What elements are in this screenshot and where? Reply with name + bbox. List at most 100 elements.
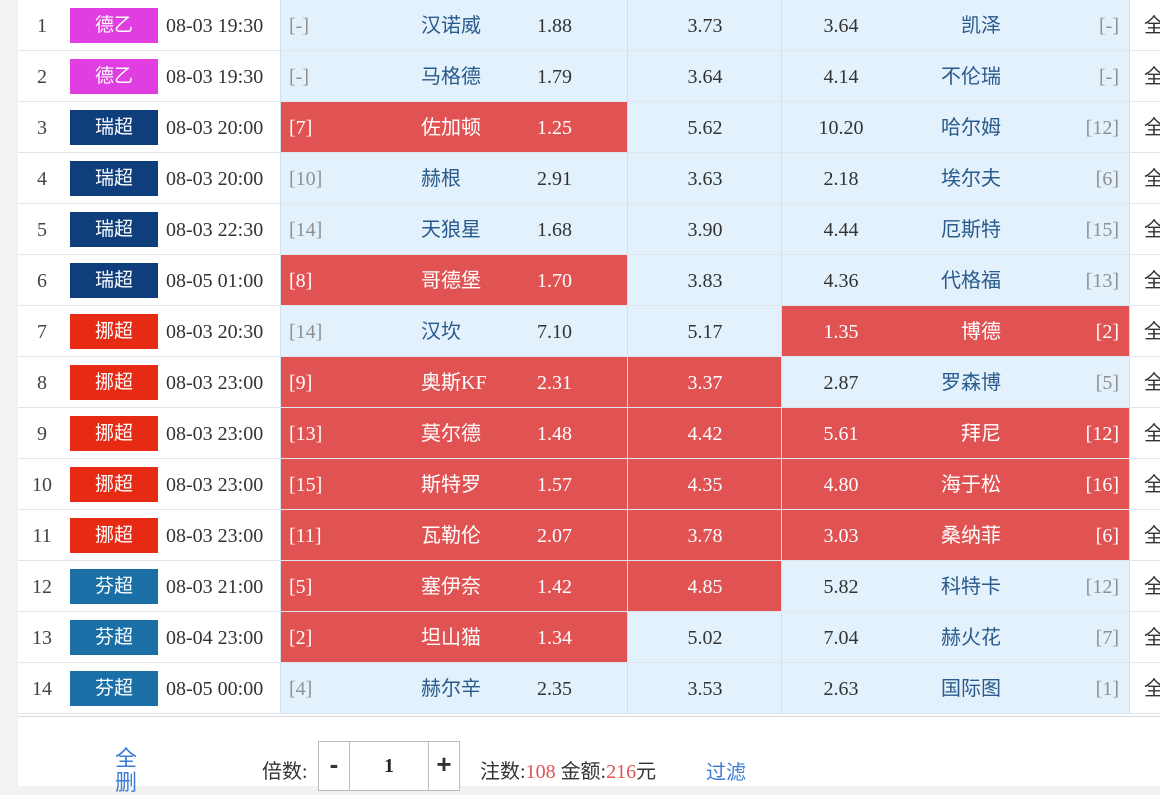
match-row: 6 瑞超 08-05 01:00 [8] 哥德堡 1.70 3.83 4.36 … [18,255,1160,306]
select-all-button[interactable]: 全 [1142,663,1160,713]
league-cell: 芬超 [70,612,158,662]
away-win-option[interactable]: 10.20 哈尔姆 [12] [782,102,1130,152]
match-time: 08-03 20:00 [166,168,264,190]
home-win-option[interactable]: [9] 奥斯KF 2.31 [280,357,628,407]
home-win-option[interactable]: [2] 坦山猫 1.34 [280,612,628,662]
select-all-button[interactable]: 全 [1142,51,1160,101]
home-win-option[interactable]: [10] 赫根 2.91 [280,153,628,203]
away-win-option[interactable]: 2.63 国际图 [1] [782,663,1130,713]
select-all-button[interactable]: 全 [1142,0,1160,50]
match-row: 8 挪超 08-03 23:00 [9] 奥斯KF 2.31 3.37 2.87… [18,357,1160,408]
home-win-option[interactable]: [14] 汉坎 7.10 [280,306,628,356]
select-all-button[interactable]: 全 [1142,408,1160,458]
home-win-option[interactable]: [14] 天狼星 1.68 [280,204,628,254]
draw-option[interactable]: 4.35 [628,459,782,509]
league-badge[interactable]: 瑞超 [70,212,158,247]
draw-option[interactable]: 3.64 [628,51,782,101]
league-badge[interactable]: 瑞超 [70,263,158,298]
home-team: 哥德堡 [421,270,481,292]
match-number: 4 [37,168,47,190]
lose-odds: 1.35 [823,321,859,343]
select-all-button[interactable]: 全 [1142,153,1160,203]
away-win-option[interactable]: 5.61 拜尼 [12] [782,408,1130,458]
league-cell: 瑞超 [70,204,158,254]
draw-option[interactable]: 3.63 [628,153,782,203]
away-rank: [7] [1095,627,1119,649]
league-badge[interactable]: 芬超 [70,620,158,655]
match-time: 08-03 23:00 [166,372,264,394]
home-win-option[interactable]: [13] 莫尔德 1.48 [280,408,628,458]
home-win-option[interactable]: [4] 赫尔辛 2.35 [280,663,628,713]
away-win-option[interactable]: 3.03 桑纳菲 [6] [782,510,1130,560]
home-win-option[interactable]: [11] 瓦勒伦 2.07 [280,510,628,560]
home-win-option[interactable]: [-] 汉诺威 1.88 [280,0,628,50]
select-all-button[interactable]: 全 [1142,510,1160,560]
league-badge[interactable]: 瑞超 [70,161,158,196]
home-win-option[interactable]: [8] 哥德堡 1.70 [280,255,628,305]
home-win-option[interactable]: [-] 马格德 1.79 [280,51,628,101]
league-badge[interactable]: 挪超 [70,314,158,349]
away-win-option[interactable]: 4.80 海于松 [16] [782,459,1130,509]
league-badge[interactable]: 挪超 [70,416,158,451]
home-win-option[interactable]: [15] 斯特罗 1.57 [280,459,628,509]
select-all-button[interactable]: 全 [1142,357,1160,407]
select-all-button[interactable]: 全 [1142,459,1160,509]
away-win-option[interactable]: 4.14 不伦瑞 [-] [782,51,1130,101]
league-badge[interactable]: 德乙 [70,59,158,94]
draw-odds: 5.02 [687,627,723,649]
away-win-option[interactable]: 3.64 凯泽 [-] [782,0,1130,50]
select-all-button[interactable]: 全 [1142,204,1160,254]
away-win-option[interactable]: 4.36 代格福 [13] [782,255,1130,305]
league-cell: 瑞超 [70,255,158,305]
home-win-option[interactable]: [5] 塞伊奈 1.42 [280,561,628,611]
away-win-option[interactable]: 7.04 赫火花 [7] [782,612,1130,662]
select-all-button[interactable]: 全 [1142,102,1160,152]
draw-odds: 5.62 [687,117,723,139]
draw-option[interactable]: 4.42 [628,408,782,458]
select-all-button[interactable]: 全 [1142,255,1160,305]
league-badge[interactable]: 德乙 [70,8,158,43]
draw-option[interactable]: 5.17 [628,306,782,356]
draw-option[interactable]: 5.62 [628,102,782,152]
away-win-option[interactable]: 2.87 罗森博 [5] [782,357,1130,407]
league-cell: 德乙 [70,51,158,101]
league-badge[interactable]: 挪超 [70,467,158,502]
decrease-button[interactable]: - [319,742,350,790]
home-win-option[interactable]: [7] 佐加顿 1.25 [280,102,628,152]
draw-option[interactable]: 3.73 [628,0,782,50]
delete-all-button[interactable]: 全删 [114,747,138,795]
league-badge[interactable]: 挪超 [70,365,158,400]
away-rank: [12] [1085,117,1119,139]
select-all-button[interactable]: 全 [1142,561,1160,611]
league-badge[interactable]: 芬超 [70,671,158,706]
draw-option[interactable]: 3.37 [628,357,782,407]
win-odds: 7.10 [537,321,572,343]
match-list: 1 德乙 08-03 19:30 [-] 汉诺威 1.88 3.73 3.64 … [18,0,1160,714]
league-cell: 挪超 [70,357,158,407]
draw-option[interactable]: 5.02 [628,612,782,662]
league-badge[interactable]: 芬超 [70,569,158,604]
draw-option[interactable]: 3.83 [628,255,782,305]
win-odds: 2.91 [537,168,572,190]
away-win-option[interactable]: 2.18 埃尔夫 [6] [782,153,1130,203]
select-all-button[interactable]: 全 [1142,306,1160,356]
away-win-option[interactable]: 5.82 科特卡 [12] [782,561,1130,611]
draw-option[interactable]: 3.53 [628,663,782,713]
filter-link[interactable]: 过滤 [706,756,746,785]
multiplier-input[interactable] [350,742,428,790]
away-team: 罗森博 [941,372,1001,394]
draw-option[interactable]: 4.85 [628,561,782,611]
away-win-option[interactable]: 4.44 厄斯特 [15] [782,204,1130,254]
away-team: 哈尔姆 [941,117,1001,139]
match-number: 11 [32,525,52,547]
league-badge[interactable]: 挪超 [70,518,158,553]
away-win-option[interactable]: 1.35 博德 [2] [782,306,1130,356]
increase-button[interactable]: + [428,742,459,790]
match-row: 14 芬超 08-05 00:00 [4] 赫尔辛 2.35 3.53 2.63… [18,663,1160,714]
draw-option[interactable]: 3.90 [628,204,782,254]
league-badge[interactable]: 瑞超 [70,110,158,145]
select-all-button[interactable]: 全 [1142,612,1160,662]
match-number: 9 [37,423,47,445]
draw-option[interactable]: 3.78 [628,510,782,560]
home-rank: [4] [289,678,313,700]
